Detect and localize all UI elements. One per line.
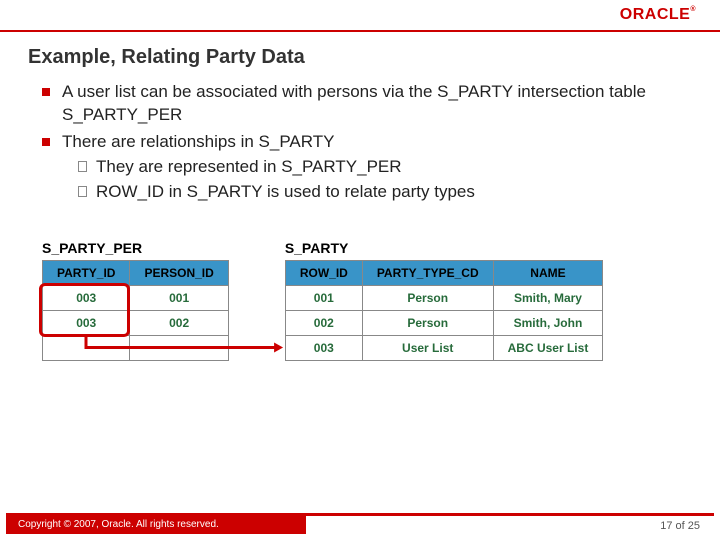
sub-bullet-item: ROW_ID in S_PARTY is used to relate part… <box>62 181 678 204</box>
table-cell: 003 <box>285 335 362 360</box>
table-header-cell: PARTY_TYPE_CD <box>362 260 493 285</box>
bullet-item: A user list can be associated with perso… <box>42 81 678 127</box>
oracle-logo: ORACLE® <box>620 6 696 24</box>
table-header-cell: PARTY_ID <box>43 260 130 285</box>
table-header-cell: PERSON_ID <box>130 260 228 285</box>
table2: ROW_IDPARTY_TYPE_CDNAME001PersonSmith, M… <box>285 260 604 361</box>
table-cell: Person <box>362 285 493 310</box>
header-bar: ORACLE® <box>0 0 720 32</box>
copyright-text: Copyright © 2007, Oracle. All rights res… <box>18 519 219 530</box>
bullet-item: There are relationships in S_PARTYThey a… <box>42 131 678 204</box>
table-s-party: S_PARTY ROW_IDPARTY_TYPE_CDNAME001Person… <box>285 240 604 361</box>
page-sep: of <box>672 520 687 532</box>
body-content: A user list can be associated with perso… <box>0 81 720 204</box>
table-cell: User List <box>362 335 493 360</box>
table-cell: Smith, Mary <box>493 285 603 310</box>
page-total: 25 <box>688 520 700 532</box>
table-cell: 002 <box>130 310 228 335</box>
table-cell: Person <box>362 310 493 335</box>
logo-text: ORACLE <box>620 6 691 23</box>
table-cell: 002 <box>285 310 362 335</box>
table-cell: 003 <box>43 285 130 310</box>
slide-title: Example, Relating Party Data <box>0 32 720 81</box>
table-cell: 001 <box>130 285 228 310</box>
table2-title: S_PARTY <box>285 240 604 256</box>
table1: PARTY_IDPERSON_ID003001003002 <box>42 260 229 361</box>
table-header-cell: ROW_ID <box>285 260 362 285</box>
table-cell: 003 <box>43 310 130 335</box>
table-cell <box>130 335 228 360</box>
footer: Copyright © 2007, Oracle. All rights res… <box>0 508 720 534</box>
sub-bullet-list: They are represented in S_PARTY_PERROW_I… <box>62 156 678 204</box>
table-cell: 001 <box>285 285 362 310</box>
table-row <box>43 335 229 360</box>
bullet-list: A user list can be associated with perso… <box>42 81 678 204</box>
table1-title: S_PARTY_PER <box>42 240 229 256</box>
sub-bullet-item: They are represented in S_PARTY_PER <box>62 156 678 179</box>
table-cell: Smith, John <box>493 310 603 335</box>
copyright-bar: Copyright © 2007, Oracle. All rights res… <box>6 515 306 534</box>
table-row: 002PersonSmith, John <box>285 310 603 335</box>
table-row: 003User ListABC User List <box>285 335 603 360</box>
tables-area: S_PARTY_PER PARTY_IDPERSON_ID00300100300… <box>0 240 720 361</box>
table-header-cell: NAME <box>493 260 603 285</box>
table-row: 001PersonSmith, Mary <box>285 285 603 310</box>
table-row: 003001 <box>43 285 229 310</box>
table-row: 003002 <box>43 310 229 335</box>
page-indicator: 17 of 25 <box>660 520 700 532</box>
table-s-party-per: S_PARTY_PER PARTY_IDPERSON_ID00300100300… <box>42 240 229 361</box>
table-cell: ABC User List <box>493 335 603 360</box>
table-cell <box>43 335 130 360</box>
page-current: 17 <box>660 520 672 532</box>
